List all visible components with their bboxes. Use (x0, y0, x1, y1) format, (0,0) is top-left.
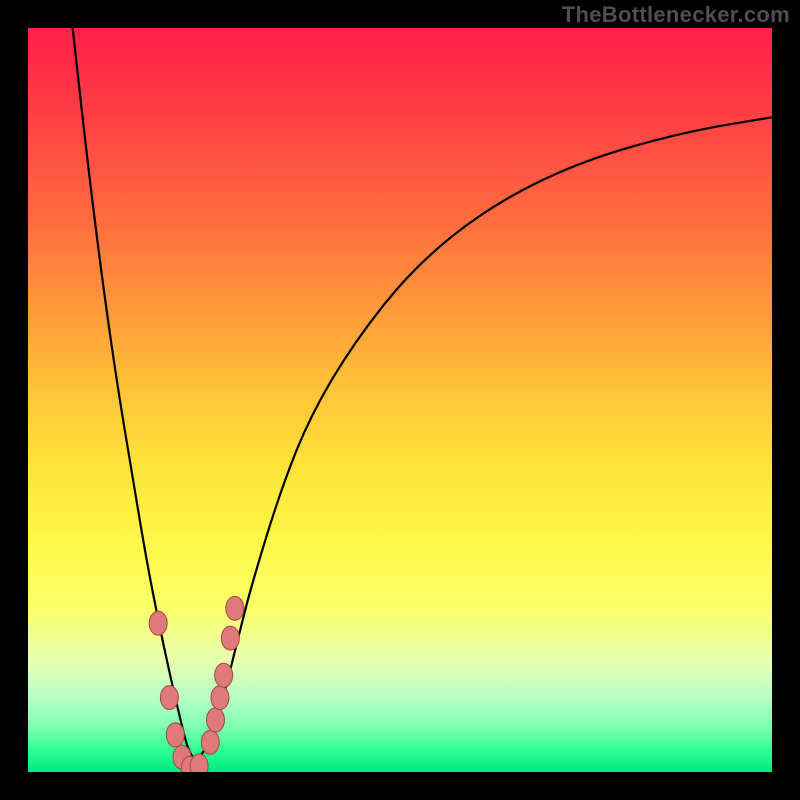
plot-area (28, 28, 772, 772)
bottleneck-curve (73, 28, 772, 759)
curve-marker (206, 708, 224, 732)
marker-group (149, 596, 244, 772)
curve-marker (215, 663, 233, 687)
chart-frame: TheBottlenecker.com (0, 0, 800, 800)
curve-marker (201, 730, 219, 754)
curve-marker (149, 611, 167, 635)
curve-marker (221, 626, 239, 650)
bottleneck-curve-svg (28, 28, 772, 772)
curve-marker (226, 596, 244, 620)
curve-marker (166, 723, 184, 747)
curve-marker (190, 754, 208, 772)
curve-marker (160, 686, 178, 710)
watermark-text: TheBottlenecker.com (562, 2, 790, 28)
curve-marker (211, 686, 229, 710)
